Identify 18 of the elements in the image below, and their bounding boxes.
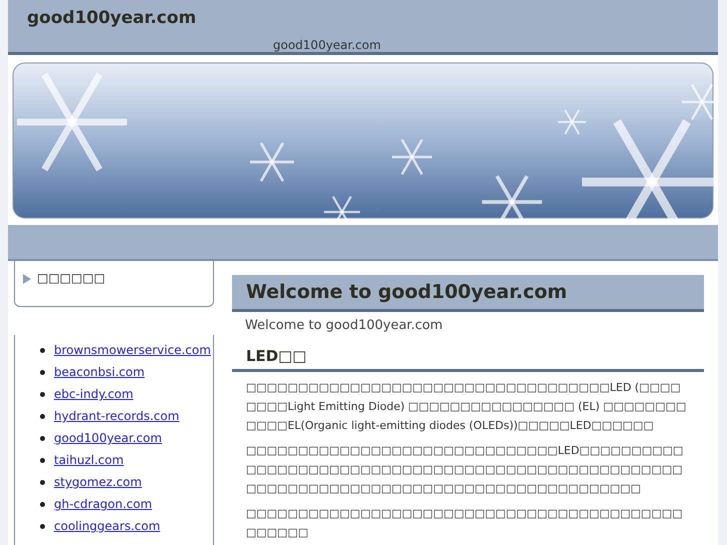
site-link[interactable]: hydrant-records.com [54, 409, 180, 423]
page-heading: Welcome to good100year.com [232, 275, 704, 312]
body-paragraph: □□□□□□□□□□□□□□□□□□□□□□□□□□□□□□□□□□□□□□□□□□□□□□□□ [245, 506, 684, 541]
site-link[interactable]: coolinggears.com [54, 519, 160, 533]
intro-text: Welcome to good100year.com [244, 317, 444, 333]
menu-title: □□□□□□ [37, 271, 106, 285]
site-link[interactable]: beaconbsi.com [54, 365, 145, 379]
site-link[interactable]: stygomez.com [54, 475, 142, 489]
site-link[interactable]: ebc-indy.com [54, 387, 134, 401]
body-paragraph: □□□□□□□□□□□□□□□□□□□□□□□□□□□□□□LED□□□□□□□□□□□□□□□□□□□□□□□□□□□□□□□□□□□□□□□□□□□□□□□□□□□□□□□□□□□□□□□□□□□□□□□□□□□□□□□□□□□□□□□□□□ [245, 443, 684, 497]
site-link[interactable]: gh-cdragon.com [54, 497, 152, 511]
site-link[interactable]: brownsmowerservice.com [54, 343, 211, 357]
site-link[interactable]: good100year.com [54, 431, 162, 445]
site-link[interactable]: taihuzl.com [54, 453, 124, 467]
site-subtitle: good100year.com [273, 38, 382, 52]
section-heading: LED□□ [232, 347, 704, 372]
site-title: good100year.com [27, 8, 198, 28]
body-paragraph: □□□□□□□□□□□□□□□□□□□□□□□□□□□□□□□□□□□LED (□□□□□□□□Light Emitting Diode) □□□□□□□□□□□□□□□□ (EL) □□□□□□□□□□□□EL(Organic light-emitting diodes (OLEDs))□□□□□LED□□□□□□ [245, 380, 688, 434]
